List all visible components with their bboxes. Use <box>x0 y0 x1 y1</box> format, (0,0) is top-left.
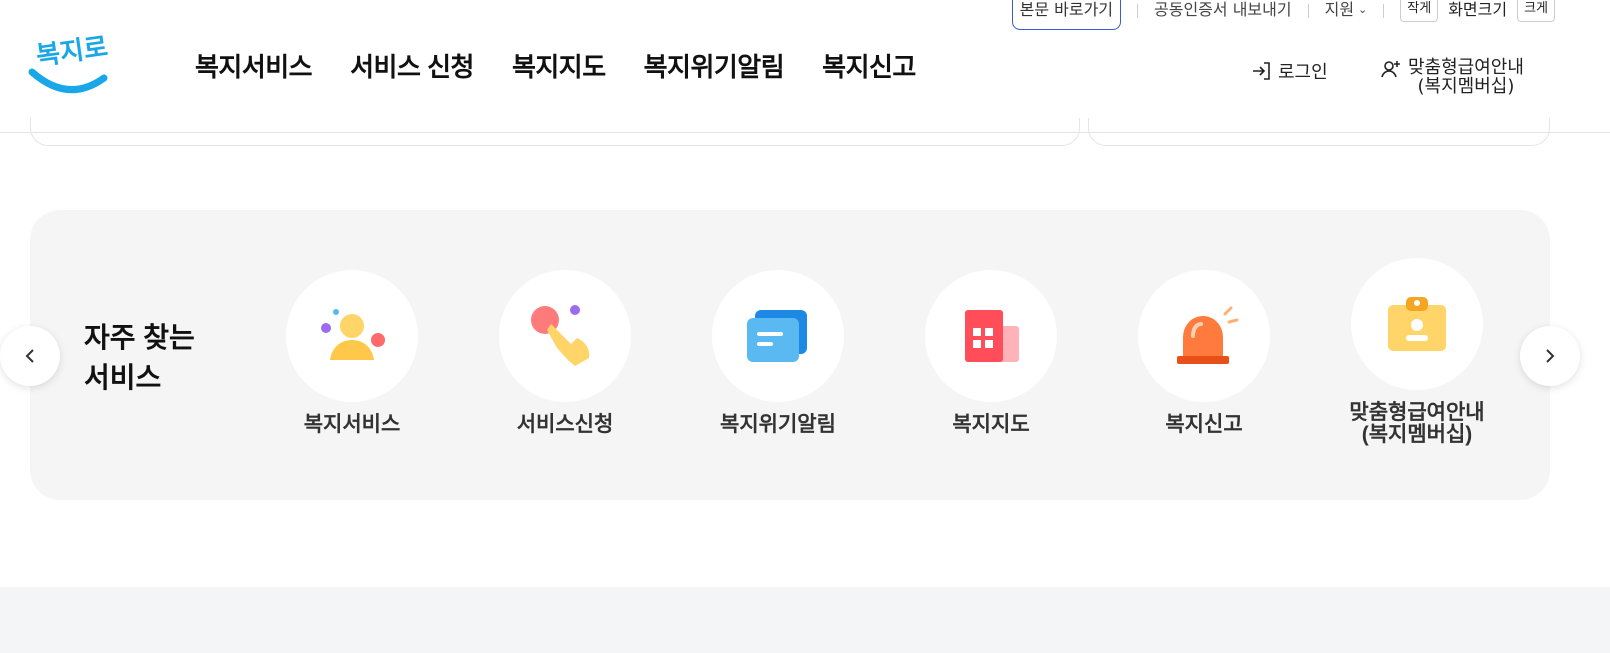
nav-service-apply[interactable]: 서비스 신청 <box>350 50 474 84</box>
service-membership[interactable]: 맞춤형급여안내 (복지멤버십) <box>1327 258 1507 446</box>
hand-tap-icon <box>531 305 590 366</box>
service-circle <box>1138 270 1270 402</box>
service-apply[interactable]: 서비스신청 <box>475 270 655 436</box>
cert-export-link[interactable]: 공동인증서 내보내기 <box>1154 0 1292 20</box>
screen-size-label: 화면크기 <box>1448 0 1508 19</box>
siren-icon <box>1177 306 1239 364</box>
membership-label-2: (복지멤버십) <box>1417 76 1515 97</box>
nav-welfare-service[interactable]: 복지서비스 <box>195 50 313 84</box>
service-label: 서비스신청 <box>516 413 614 436</box>
support-label: 지원 <box>1324 0 1355 19</box>
service-label-line-2: (복지멤버십) <box>1361 423 1473 446</box>
search-panel-edge <box>30 118 1080 146</box>
message-icon <box>747 310 807 362</box>
login-button[interactable]: 로그인 <box>1250 58 1328 84</box>
person-icon <box>321 309 385 360</box>
service-circle <box>499 270 631 402</box>
frequent-services-panel: 자주 찾는 서비스 복지서비스 서비스신청 복지위기알림 복지지도 복지신고 맞… <box>30 210 1550 500</box>
membership-label-1: 맞춤형급여안내 <box>1408 57 1524 78</box>
divider <box>1137 4 1139 18</box>
login-label: 로그인 <box>1278 62 1328 83</box>
support-dropdown[interactable]: 지원 ⌄ <box>1325 0 1368 22</box>
service-welfare-map[interactable]: 복지지도 <box>901 270 1081 436</box>
service-crisis-alert[interactable]: 복지위기알림 <box>688 270 868 436</box>
nav-welfare-report[interactable]: 복지신고 <box>822 50 916 84</box>
title-line-2: 서비스 <box>84 362 162 393</box>
chevron-down-icon: ⌄ <box>1358 3 1368 16</box>
divider <box>1307 4 1309 18</box>
service-circle <box>1351 258 1483 390</box>
lower-section-band <box>0 587 1610 653</box>
building-icon <box>965 310 1019 362</box>
nav-crisis-alert[interactable]: 복지위기알림 <box>644 50 785 84</box>
add-user-icon <box>1381 61 1400 78</box>
login-icon <box>1253 62 1270 80</box>
font-smaller-button[interactable]: 작게 <box>1400 0 1439 22</box>
service-welfare-report[interactable]: 복지신고 <box>1114 270 1294 436</box>
title-line-1: 자주 찾는 <box>84 322 195 353</box>
service-label: 맞춤형급여안내 (복지멤버십) <box>1327 402 1507 446</box>
service-label: 복지위기알림 <box>720 413 836 436</box>
membership-button[interactable]: 맞춤형급여안내 (복지멤버십) <box>1380 58 1524 96</box>
font-larger-button[interactable]: 크게 <box>1517 0 1555 22</box>
carousel-prev-button[interactable] <box>0 326 60 386</box>
frequent-services-title: 자주 찾는 서비스 <box>84 318 195 398</box>
carousel-next-button[interactable] <box>1520 326 1580 386</box>
service-label-line-1: 맞춤형급여안내 <box>1349 401 1485 424</box>
nav-welfare-map[interactable]: 복지지도 <box>512 50 606 84</box>
service-circle <box>925 270 1057 402</box>
chevron-right-icon <box>1546 349 1555 363</box>
svg-text:복지로: 복지로 <box>34 32 108 71</box>
service-label: 복지서비스 <box>303 413 401 436</box>
chevron-left-icon <box>25 349 34 363</box>
id-clipboard-icon <box>1388 297 1446 351</box>
service-label: 복지지도 <box>952 413 1030 436</box>
skip-to-content-link[interactable]: 본문 바로가기 <box>1011 0 1122 30</box>
service-label: 복지신고 <box>1165 413 1243 436</box>
main-navigation: 복지서비스 서비스 신청 복지지도 복지위기알림 복지신고 <box>195 50 916 84</box>
side-panel-edge <box>1088 118 1550 146</box>
divider <box>1383 4 1385 18</box>
utility-bar: 본문 바로가기 공동인증서 내보내기 지원 ⌄ 작게 화면크기 크게 <box>1011 0 1555 30</box>
service-circle <box>712 270 844 402</box>
service-welfare[interactable]: 복지서비스 <box>262 270 442 436</box>
service-circle <box>286 270 418 402</box>
bokjiro-logo[interactable]: 복지로 <box>28 32 108 102</box>
